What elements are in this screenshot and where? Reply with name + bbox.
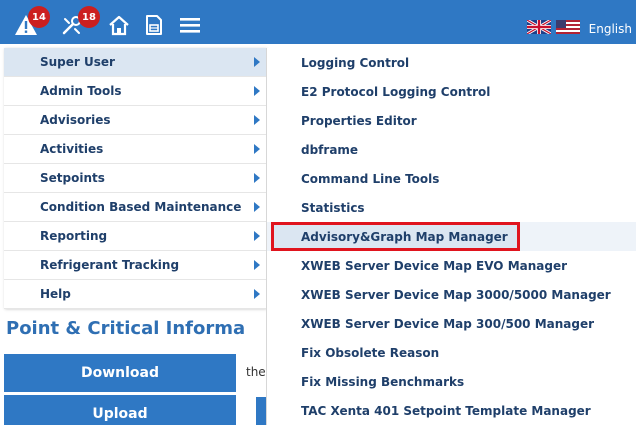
- submenu-arrow-icon: [254, 86, 260, 96]
- menu-item-super-user[interactable]: Super User: [4, 48, 266, 77]
- submenu-item-dbframe[interactable]: dbframe: [267, 135, 636, 164]
- submenu-item-statistics[interactable]: Statistics: [267, 193, 636, 222]
- submenu-row-highlighted: Advisory&Graph Map Manager: [267, 222, 636, 251]
- language-label: English: [588, 21, 632, 36]
- submenu-item-fix-obsolete-reason[interactable]: Fix Obsolete Reason: [267, 338, 636, 367]
- menu-item-condition-based-maintenance[interactable]: Condition Based Maintenance: [4, 193, 266, 222]
- top-toolbar: 14 18 English: [0, 0, 636, 44]
- page-title: Point & Critical Informa: [6, 318, 246, 339]
- submenu-item-logging-control[interactable]: Logging Control: [267, 48, 636, 77]
- main-dropdown-menu: Super User Admin Tools Advisories Activi…: [4, 48, 266, 309]
- language-selector[interactable]: English: [525, 18, 632, 38]
- submenu-arrow-icon: [254, 173, 260, 183]
- document-icon[interactable]: [142, 14, 166, 36]
- menu-item-help[interactable]: Help: [4, 280, 266, 309]
- menu-item-refrigerant-tracking[interactable]: Refrigerant Tracking: [4, 251, 266, 280]
- menu-item-label: Refrigerant Tracking: [40, 258, 180, 272]
- menu-item-advisories[interactable]: Advisories: [4, 106, 266, 135]
- menu-item-label: Condition Based Maintenance: [40, 200, 242, 214]
- tools-count-badge: 18: [78, 6, 100, 28]
- super-user-submenu: Logging Control E2 Protocol Logging Cont…: [266, 48, 636, 425]
- submenu-item-xweb-evo-manager[interactable]: XWEB Server Device Map EVO Manager: [267, 251, 636, 280]
- submenu-arrow-icon: [254, 202, 260, 212]
- uk-flag-icon: [525, 18, 552, 38]
- submenu-item-properties-editor[interactable]: Properties Editor: [267, 106, 636, 135]
- menu-item-reporting[interactable]: Reporting: [4, 222, 266, 251]
- submenu-item-xweb-300-500-manager[interactable]: XWEB Server Device Map 300/500 Manager: [267, 309, 636, 338]
- submenu-item-e2-protocol-logging-control[interactable]: E2 Protocol Logging Control: [267, 77, 636, 106]
- menu-hamburger-icon[interactable]: [178, 14, 202, 36]
- submenu-arrow-icon: [254, 115, 260, 125]
- submenu-arrow-icon: [254, 57, 260, 67]
- submenu-arrow-icon: [254, 260, 260, 270]
- menu-item-label: Help: [40, 287, 71, 301]
- submenu-arrow-icon: [254, 289, 260, 299]
- menu-item-admin-tools[interactable]: Admin Tools: [4, 77, 266, 106]
- submenu-arrow-icon: [254, 144, 260, 154]
- menu-item-activities[interactable]: Activities: [4, 135, 266, 164]
- menu-item-label: Advisories: [40, 113, 111, 127]
- submenu-arrow-icon: [254, 231, 260, 241]
- submenu-item-command-line-tools[interactable]: Command Line Tools: [267, 164, 636, 193]
- menu-item-setpoints[interactable]: Setpoints: [4, 164, 266, 193]
- menu-item-label: Setpoints: [40, 171, 105, 185]
- us-flag-icon: [555, 19, 580, 38]
- submenu-item-fix-missing-benchmarks[interactable]: Fix Missing Benchmarks: [267, 367, 636, 396]
- menu-item-label: Reporting: [40, 229, 108, 243]
- download-button[interactable]: Download: [4, 354, 236, 392]
- description-text: the: [246, 365, 266, 379]
- submenu-item-advisory-graph-map-manager[interactable]: Advisory&Graph Map Manager: [271, 222, 520, 251]
- upload-button[interactable]: Upload: [4, 395, 236, 425]
- alerts-count-badge: 14: [28, 6, 50, 28]
- menu-item-label: Super User: [40, 55, 115, 69]
- submenu-item-xweb-3000-5000-manager[interactable]: XWEB Server Device Map 3000/5000 Manager: [267, 280, 636, 309]
- menu-item-label: Activities: [40, 142, 104, 156]
- submenu-item-tac-xenta-401-setpoint-template-manager[interactable]: TAC Xenta 401 Setpoint Template Manager: [267, 396, 636, 425]
- menu-item-label: Admin Tools: [40, 84, 122, 98]
- home-icon[interactable]: [107, 14, 131, 36]
